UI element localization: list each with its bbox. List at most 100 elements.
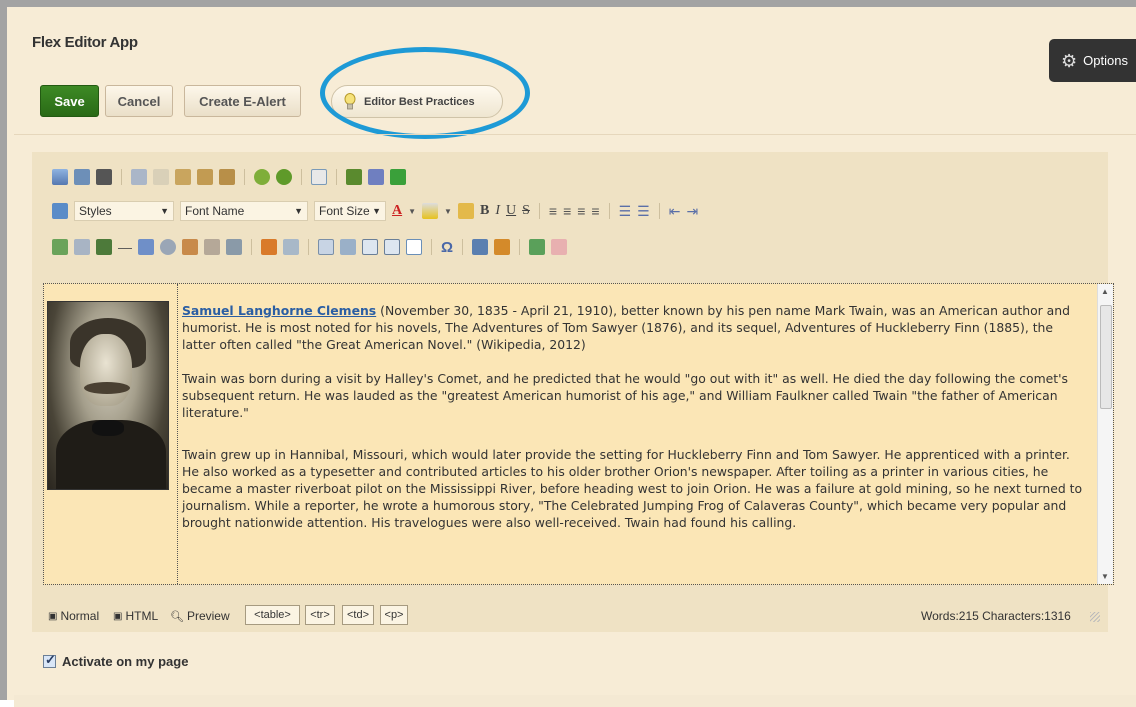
save-button[interactable]: Save (40, 85, 99, 117)
activate-checkbox[interactable] (43, 652, 56, 668)
table-cell-border (177, 284, 178, 584)
chevron-down-icon[interactable]: ▼ (408, 207, 416, 216)
paste-icon[interactable] (175, 169, 191, 185)
design-mode-icon: ▣ (48, 610, 58, 622)
cancel-button[interactable]: Cancel (105, 85, 173, 117)
link-icon[interactable] (160, 239, 176, 255)
insert-table-icon[interactable] (362, 239, 378, 255)
redo-icon[interactable] (276, 169, 292, 185)
app-frame: Flex Editor App Save Cancel Create E-Ale… (0, 0, 1136, 707)
bold-icon[interactable]: B (480, 203, 489, 219)
tag-td[interactable]: <td> (342, 605, 374, 625)
align-left-icon[interactable]: ≡ (549, 203, 557, 219)
template-manager-icon[interactable] (283, 239, 299, 255)
word-character-count: Words:215 Characters:1316 (921, 609, 1071, 623)
justify-icon[interactable]: ≡ (591, 203, 599, 219)
strikethrough-icon[interactable]: S (522, 203, 530, 219)
form-icon[interactable] (311, 169, 327, 185)
create-e-alert-button[interactable]: Create E-Alert (184, 85, 301, 117)
show-borders-icon[interactable] (406, 239, 422, 255)
toolbar-separator (336, 169, 337, 185)
editor-content-area[interactable]: Samuel Langhorne Clemens (November 30, 1… (43, 283, 1114, 585)
flash-icon[interactable] (138, 239, 154, 255)
comment-icon[interactable] (529, 239, 546, 255)
scrollbar-thumb[interactable] (1100, 305, 1112, 409)
font-name-label: Font Name (185, 204, 245, 218)
image-icon[interactable] (52, 239, 68, 255)
options-label: Options (1083, 53, 1128, 68)
document-link-icon[interactable] (226, 239, 242, 255)
font-color-icon[interactable]: A (392, 203, 402, 219)
font-name-dropdown[interactable]: Font Name ▼ (180, 201, 308, 221)
article-text: Samuel Langhorne Clemens (November 30, 1… (182, 302, 1087, 548)
attachment-icon[interactable] (74, 239, 90, 255)
vertical-scrollbar[interactable]: ▲ ▼ (1097, 284, 1113, 584)
scroll-down-icon[interactable]: ▼ (1101, 572, 1109, 581)
toolbar-separator (301, 169, 302, 185)
dreamweaver-icon[interactable] (346, 169, 362, 185)
eraser-icon[interactable] (551, 239, 568, 255)
mode-html[interactable]: ▣ HTML (113, 609, 158, 623)
indent-icon[interactable]: ⇥ (686, 203, 698, 220)
resize-grip-icon[interactable] (1090, 612, 1100, 622)
unlink-icon[interactable] (182, 239, 198, 255)
editor-toolbar-row-2: Styles ▼ Font Name ▼ Font Size ▼ A ▼ ▼ B… (52, 200, 698, 222)
align-center-icon[interactable]: ≡ (563, 203, 571, 219)
styles-dropdown[interactable]: Styles ▼ (74, 201, 174, 221)
paragraph: Twain grew up in Hannibal, Missouri, whi… (182, 447, 1083, 530)
print-icon[interactable] (74, 169, 90, 185)
anchor-icon[interactable] (204, 239, 220, 255)
outdent-icon[interactable]: ⇤ (669, 203, 681, 220)
chevron-down-icon[interactable]: ▼ (444, 207, 452, 216)
portrait-image (47, 301, 169, 490)
tag-table[interactable]: <table> (245, 605, 300, 625)
editor-toolbar-row-1 (52, 166, 406, 188)
insert-snippet-icon[interactable] (261, 239, 277, 255)
cut-icon[interactable] (131, 169, 147, 185)
activate-label: Activate on my page (62, 654, 189, 669)
tag-p[interactable]: <p> (380, 605, 408, 625)
italic-icon[interactable]: I (495, 203, 500, 219)
editor-status-bar: ▣ Normal ▣ HTML 🔍︎ Preview <table> <tr> … (32, 600, 1108, 630)
template-icon[interactable] (368, 169, 384, 185)
header-divider (14, 134, 1136, 135)
mode-label: HTML (125, 609, 159, 623)
unordered-list-icon[interactable]: ☰ (637, 203, 650, 220)
table-properties-icon[interactable] (318, 239, 334, 255)
underline-icon[interactable]: U (506, 203, 516, 219)
spellcheck-icon[interactable] (52, 169, 68, 185)
format-painter-icon[interactable] (457, 203, 474, 219)
table-wizard-icon[interactable] (384, 239, 400, 255)
align-right-icon[interactable]: ≡ (577, 203, 585, 219)
paste-text-icon[interactable] (197, 169, 213, 185)
toolbar-separator (244, 169, 245, 185)
scroll-up-icon[interactable]: ▲ (1101, 287, 1109, 296)
mode-normal[interactable]: ▣ Normal (48, 609, 99, 623)
cell-properties-icon[interactable] (340, 239, 356, 255)
checkmark-icon[interactable] (390, 169, 406, 185)
options-button[interactable]: ⚙ Options (1049, 39, 1136, 82)
chevron-down-icon: ▼ (160, 206, 169, 216)
toolbar-separator (431, 239, 432, 255)
activate-checkbox-row[interactable]: Activate on my page (43, 652, 189, 669)
font-size-label: Font Size (319, 204, 370, 218)
toolbar-separator (658, 203, 660, 219)
copy-icon[interactable] (153, 169, 169, 185)
mode-preview[interactable]: 🔍︎ Preview (170, 609, 230, 623)
special-character-icon[interactable]: Ω (441, 239, 453, 256)
font-size-dropdown[interactable]: Font Size ▼ (314, 201, 386, 221)
undo-icon[interactable] (254, 169, 270, 185)
paste-word-icon[interactable] (219, 169, 235, 185)
tag-tr[interactable]: <tr> (305, 605, 335, 625)
ordered-list-icon[interactable]: ☰ (619, 203, 632, 220)
gear-icon: ⚙ (1061, 50, 1078, 71)
find-icon[interactable] (96, 169, 112, 185)
media-icon[interactable] (96, 239, 112, 255)
module-icon[interactable] (472, 239, 489, 255)
toolbox-icon[interactable] (494, 239, 511, 255)
highlight-color-icon[interactable] (422, 203, 439, 219)
clemens-link[interactable]: Samuel Langhorne Clemens (182, 303, 376, 318)
horizontal-rule-icon[interactable]: — (118, 239, 132, 255)
bottom-strip (14, 695, 1136, 707)
toolbar-separator (462, 239, 464, 255)
